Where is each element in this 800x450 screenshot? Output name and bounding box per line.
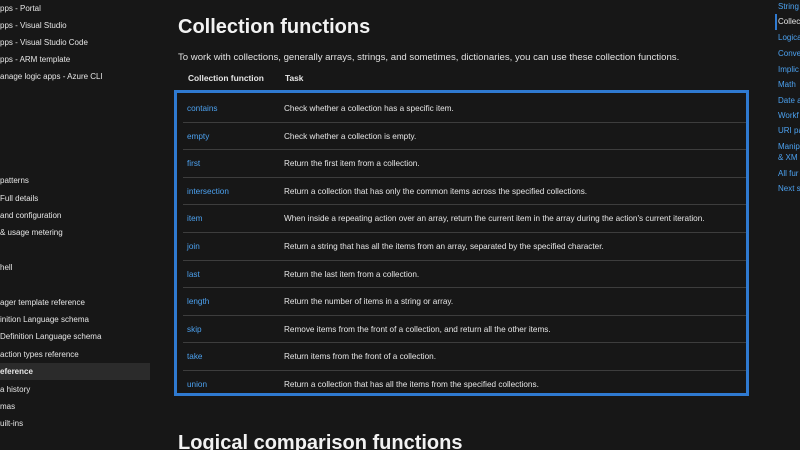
left-nav-item[interactable]: pps - Visual Studio Code <box>0 34 150 51</box>
toc-item[interactable]: Conve <box>778 49 800 58</box>
function-link[interactable]: empty <box>187 132 209 141</box>
task-description: Return a collection that has all the ite… <box>284 379 539 389</box>
task-description: Check whether a collection has a specifi… <box>284 104 454 113</box>
intro-paragraph: To work with collections, generally arra… <box>178 52 680 63</box>
left-nav-item[interactable]: patterns <box>0 172 150 189</box>
task-description: Remove items from the front of a collect… <box>284 324 551 334</box>
function-link[interactable]: intersection <box>187 187 229 196</box>
left-nav-item[interactable]: & usage metering <box>0 224 150 241</box>
left-nav-item[interactable]: action types reference <box>0 346 150 363</box>
toc-item[interactable]: Next s <box>778 184 800 193</box>
left-nav-item[interactable]: hell <box>0 259 150 276</box>
column-header-task: Task <box>285 73 304 83</box>
table-row: contains Check whether a collection has a… <box>183 95 746 123</box>
table-row: join Return a string that has all the ite… <box>183 233 746 261</box>
page-title: Collection functions <box>178 16 371 38</box>
table-row: empty Check whether a collection is empty… <box>183 123 746 151</box>
left-nav-item[interactable]: pps - ARM template <box>0 51 150 68</box>
docs-page: pps - Portal pps - Visual Studio pps - Vis… <box>0 0 800 450</box>
toc-item[interactable]: URI pa <box>778 126 800 135</box>
left-nav-item[interactable]: Definition Language schema <box>0 328 150 345</box>
left-nav-item[interactable]: anage logic apps - Azure CLI <box>0 68 150 85</box>
left-nav-item[interactable]: eference <box>0 363 150 380</box>
toc-active-indicator <box>775 14 777 30</box>
function-link[interactable]: item <box>187 214 202 223</box>
function-link[interactable]: contains <box>187 104 218 113</box>
table-row: union Return a collection that has all th… <box>183 371 746 399</box>
collection-functions-table: contains Check whether a collection has a… <box>174 90 749 396</box>
left-nav-item[interactable]: a history <box>0 381 150 398</box>
table-row: length Return the number of items in a st… <box>183 288 746 316</box>
table-row: item When inside a repeating action over … <box>183 205 746 233</box>
function-link[interactable]: join <box>187 242 200 251</box>
task-description: Return the first item from a collection. <box>284 159 420 169</box>
column-header-function: Collection function <box>188 73 264 83</box>
function-link[interactable]: skip <box>187 325 202 334</box>
table-row: skip Remove items from the front of a col… <box>183 316 746 344</box>
function-link[interactable]: union <box>187 380 207 389</box>
left-nav-item[interactable]: inition Language schema <box>0 311 150 328</box>
task-description: Return a string that has all the items f… <box>284 241 604 251</box>
function-link[interactable]: first <box>187 159 200 168</box>
task-description: Return the number of items in a string o… <box>284 297 454 307</box>
toc-item[interactable]: Implic <box>778 65 800 74</box>
table-row: take Return items from the front of a col… <box>183 343 746 371</box>
toc-item[interactable]: & XM <box>778 153 800 162</box>
next-section-heading: Logical comparison functions <box>178 432 463 450</box>
toc-item[interactable]: Logica <box>778 33 800 42</box>
left-nav-item[interactable]: uilt-ins <box>0 415 150 432</box>
task-description: Return the last item from a collection. <box>284 269 420 279</box>
left-nav-item[interactable]: pps - Portal <box>0 0 150 17</box>
toc-item[interactable]: Workf <box>778 111 800 120</box>
task-description: Return a collection that has only the co… <box>284 186 588 196</box>
main-content: Collection functions To work with collec… <box>174 0 758 450</box>
table-row: first Return the first item from a collec… <box>183 150 746 178</box>
toc-item[interactable]: Manip <box>778 142 800 151</box>
function-link[interactable]: length <box>187 297 209 306</box>
left-navigation: pps - Portal pps - Visual Studio pps - Vis… <box>0 0 152 450</box>
function-link[interactable]: take <box>187 352 202 361</box>
toc-item[interactable]: String <box>778 2 800 11</box>
task-description: Return items from the front of a collect… <box>284 352 436 362</box>
toc-item[interactable]: Math <box>778 80 800 89</box>
in-this-article-navigation: String Collec Logica Conve Implic Math Date a W… <box>775 0 800 450</box>
table-body: contains Check whether a collection has a… <box>183 95 746 399</box>
left-nav-item[interactable]: Full details <box>0 190 150 207</box>
toc-item[interactable]: Date a <box>778 96 800 105</box>
left-nav-item[interactable]: and configuration <box>0 207 150 224</box>
left-nav-item[interactable]: ager template reference <box>0 294 150 311</box>
left-nav-item[interactable]: mas <box>0 398 150 415</box>
toc-item[interactable]: All fur <box>778 169 800 178</box>
task-description: Check whether a collection is empty. <box>284 131 417 141</box>
task-description: When inside a repeating action over an a… <box>284 214 705 224</box>
toc-item[interactable]: Collec <box>778 17 800 26</box>
table-row: last Return the last item from a collecti… <box>183 261 746 289</box>
table-row: intersection Return a collection that has… <box>183 178 746 206</box>
left-nav-item[interactable]: pps - Visual Studio <box>0 17 150 34</box>
function-link[interactable]: last <box>187 270 200 279</box>
